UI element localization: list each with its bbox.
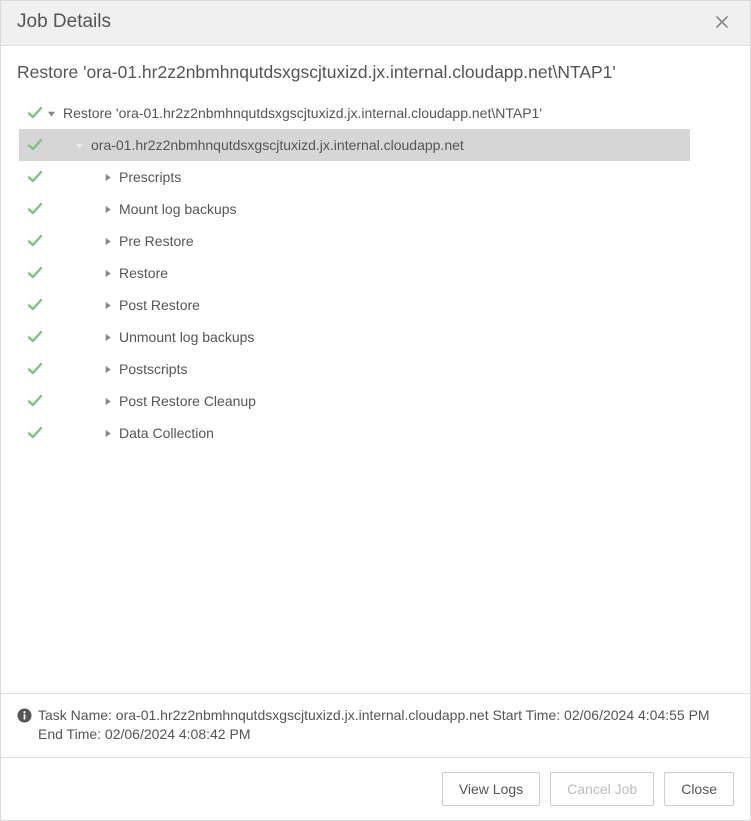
tree-row[interactable]: Restore 'ora-01.hr2z2nbmhnqutdsxgscjtuxi… [1, 97, 750, 129]
tree-row-label: Restore [119, 265, 168, 281]
tree-row[interactable]: Post Restore Cleanup [1, 385, 750, 417]
check-icon [25, 105, 45, 121]
close-button[interactable]: Close [664, 772, 734, 806]
check-icon [25, 361, 45, 377]
tree-row-label: Unmount log backups [119, 329, 254, 345]
chevron-right-icon[interactable] [101, 205, 113, 214]
check-icon [25, 265, 45, 281]
tree-row-label: Post Restore [119, 297, 200, 313]
check-icon [25, 137, 45, 153]
dialog-title: Job Details [17, 11, 111, 33]
chevron-right-icon[interactable] [101, 333, 113, 342]
tree-row-label: Restore 'ora-01.hr2z2nbmhnqutdsxgscjtuxi… [63, 105, 542, 121]
tree-row[interactable]: Prescripts [1, 161, 750, 193]
check-icon [25, 233, 45, 249]
tree-row-label: Data Collection [119, 425, 214, 441]
tree-row[interactable]: ora-01.hr2z2nbmhnqutdsxgscjtuxizd.jx.int… [19, 129, 690, 161]
chevron-right-icon[interactable] [101, 301, 113, 310]
dialog-titlebar: Job Details [1, 1, 750, 46]
task-info-text: Task Name: ora-01.hr2z2nbmhnqutdsxgscjtu… [38, 706, 734, 745]
check-icon [25, 425, 45, 441]
tree-row-label: ora-01.hr2z2nbmhnqutdsxgscjtuxizd.jx.int… [91, 137, 464, 153]
tree-row-label: Post Restore Cleanup [119, 393, 256, 409]
tree-row-label: Postscripts [119, 361, 187, 377]
chevron-right-icon[interactable] [101, 365, 113, 374]
button-bar: View Logs Cancel Job Close [1, 757, 750, 820]
cancel-job-button: Cancel Job [550, 772, 654, 806]
check-icon [25, 169, 45, 185]
job-heading: Restore 'ora-01.hr2z2nbmhnqutdsxgscjtuxi… [1, 46, 750, 97]
chevron-right-icon[interactable] [101, 397, 113, 406]
tree-row[interactable]: Restore [1, 257, 750, 289]
task-info-footer: Task Name: ora-01.hr2z2nbmhnqutdsxgscjtu… [1, 693, 750, 757]
dialog-body: Restore 'ora-01.hr2z2nbmhnqutdsxgscjtuxi… [1, 46, 750, 820]
chevron-right-icon[interactable] [101, 237, 113, 246]
chevron-down-icon[interactable] [45, 109, 57, 118]
tree-row-label: Pre Restore [119, 233, 194, 249]
chevron-down-icon[interactable] [73, 141, 85, 150]
check-icon [25, 297, 45, 313]
check-icon [25, 329, 45, 345]
chevron-right-icon[interactable] [101, 269, 113, 278]
tree-row[interactable]: Post Restore [1, 289, 750, 321]
tree-row[interactable]: Postscripts [1, 353, 750, 385]
chevron-right-icon[interactable] [101, 429, 113, 438]
info-icon [17, 708, 32, 723]
check-icon [25, 201, 45, 217]
job-details-dialog: Job Details Restore 'ora-01.hr2z2nbmhnqu… [0, 0, 751, 821]
task-tree: Restore 'ora-01.hr2z2nbmhnqutdsxgscjtuxi… [1, 97, 750, 469]
view-logs-button[interactable]: View Logs [442, 772, 540, 806]
close-icon[interactable] [710, 14, 734, 30]
tree-row[interactable]: Unmount log backups [1, 321, 750, 353]
tree-row[interactable]: Data Collection [1, 417, 750, 449]
tree-row[interactable]: Pre Restore [1, 225, 750, 257]
tree-row[interactable]: Mount log backups [1, 193, 750, 225]
scroll-area[interactable]: Restore 'ora-01.hr2z2nbmhnqutdsxgscjtuxi… [1, 46, 750, 693]
tree-row-label: Prescripts [119, 169, 181, 185]
chevron-right-icon[interactable] [101, 173, 113, 182]
tree-row-label: Mount log backups [119, 201, 237, 217]
check-icon [25, 393, 45, 409]
